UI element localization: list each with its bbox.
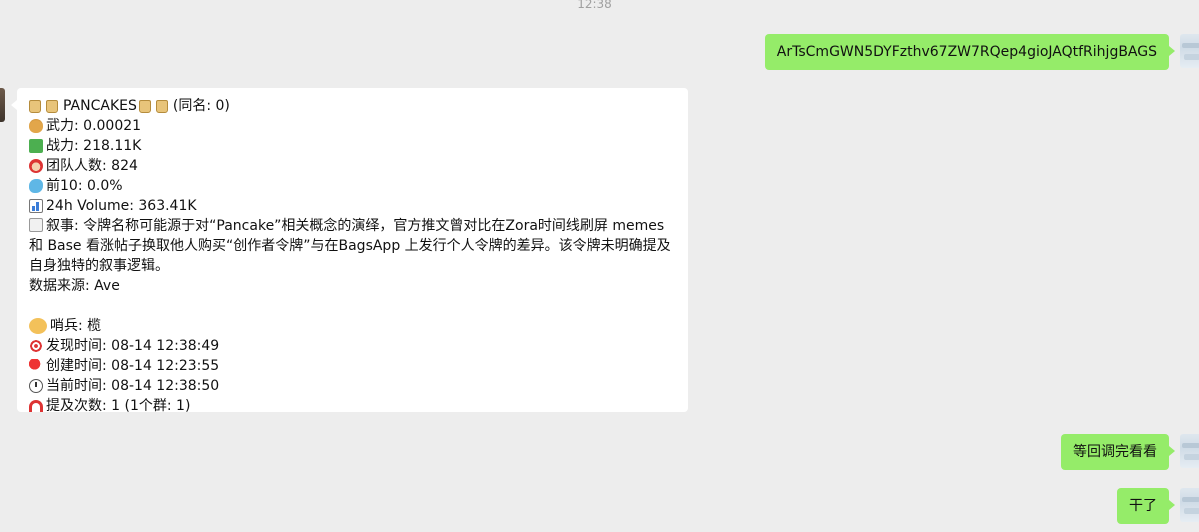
narrative-text: 叙事: 令牌名称可能源于对“Pancake”相关概念的演绎，官方推文曾对比在Zo… bbox=[29, 218, 671, 274]
created-time: 创建时间: 08-14 12:23:55 bbox=[46, 358, 220, 374]
current-time: 当前时间: 08-14 12:38:50 bbox=[46, 378, 220, 394]
outgoing-message-bubble[interactable]: ArTsCmGWN5DYFzthv67ZW7RQep4gioJAQtfRihjg… bbox=[764, 34, 1176, 70]
target-icon bbox=[29, 339, 43, 353]
self-avatar[interactable] bbox=[1180, 34, 1199, 68]
current-time-row: 当前时间: 08-14 12:38:50 bbox=[29, 376, 676, 396]
top10-value: 前10: 0.0% bbox=[46, 178, 123, 194]
mention-count: 提及次数: 1 (1个群: 1) bbox=[46, 398, 191, 414]
source-row: 数据来源: Ave bbox=[29, 276, 676, 296]
outgoing-message-bubble[interactable]: 干了 bbox=[1117, 488, 1175, 524]
team-row: 团队人数: 824 bbox=[29, 156, 676, 176]
scroll-icon bbox=[138, 99, 151, 113]
scroll-icon bbox=[155, 99, 168, 113]
outgoing-message-bubble[interactable]: 等回调完看看 bbox=[1061, 434, 1175, 470]
created-time-row: 创建时间: 08-14 12:23:55 bbox=[29, 356, 676, 376]
message-timestamp: 12:38 bbox=[577, 0, 612, 11]
message-text: 干了 bbox=[1129, 498, 1157, 514]
bar-chart-icon bbox=[29, 199, 43, 213]
magnet-icon bbox=[29, 400, 43, 412]
money-bag-icon bbox=[29, 119, 43, 133]
narrative-block: 叙事: 令牌名称可能源于对“Pancake”相关概念的演绎，官方推文曾对比在Zo… bbox=[29, 216, 676, 276]
card-title-row: PANCAKES (同名: 0) bbox=[29, 96, 676, 116]
memo-icon bbox=[29, 218, 43, 232]
self-avatar[interactable] bbox=[1180, 488, 1199, 522]
mentions-row: 提及次数: 1 (1个群: 1) bbox=[29, 396, 676, 416]
wuli-value: 武力: 0.00021 bbox=[46, 118, 142, 134]
santa-icon bbox=[29, 159, 43, 173]
sentinel-row: 哨兵: 榄 bbox=[29, 316, 676, 336]
whale-icon bbox=[29, 179, 43, 193]
message-text: ArTsCmGWN5DYFzthv67ZW7RQep4gioJAQtfRihjg… bbox=[776, 44, 1157, 60]
found-time: 发现时间: 08-14 12:38:49 bbox=[46, 338, 220, 354]
sentinel-value: 哨兵: 榄 bbox=[50, 318, 102, 334]
volume-row: 24h Volume: 363.41K bbox=[29, 196, 676, 216]
message-text: 等回调完看看 bbox=[1073, 444, 1157, 460]
clock-icon bbox=[29, 379, 43, 393]
incoming-message-card[interactable]: PANCAKES (同名: 0) 武力: 0.00021 战力: 218.11K… bbox=[11, 88, 688, 414]
data-source: 数据来源: Ave bbox=[29, 278, 120, 294]
scroll-icon bbox=[29, 99, 41, 113]
wuli-row: 武力: 0.00021 bbox=[29, 116, 676, 136]
same-name-count: (同名: 0) bbox=[172, 98, 230, 114]
cat-face-icon bbox=[29, 318, 47, 334]
volume-value: 24h Volume: 363.41K bbox=[46, 198, 197, 214]
zhanli-row: 战力: 218.11K bbox=[29, 136, 676, 156]
top10-row: 前10: 0.0% bbox=[29, 176, 676, 196]
team-value: 团队人数: 824 bbox=[46, 158, 138, 174]
scroll-icon bbox=[46, 99, 58, 113]
token-title: PANCAKES bbox=[63, 98, 137, 114]
contact-avatar[interactable] bbox=[0, 88, 5, 122]
zhanli-value: 战力: 218.11K bbox=[46, 138, 142, 154]
pushpin-icon bbox=[29, 359, 43, 373]
chart-up-icon bbox=[29, 139, 43, 153]
found-time-row: 发现时间: 08-14 12:38:49 bbox=[29, 336, 676, 356]
self-avatar[interactable] bbox=[1180, 434, 1199, 468]
